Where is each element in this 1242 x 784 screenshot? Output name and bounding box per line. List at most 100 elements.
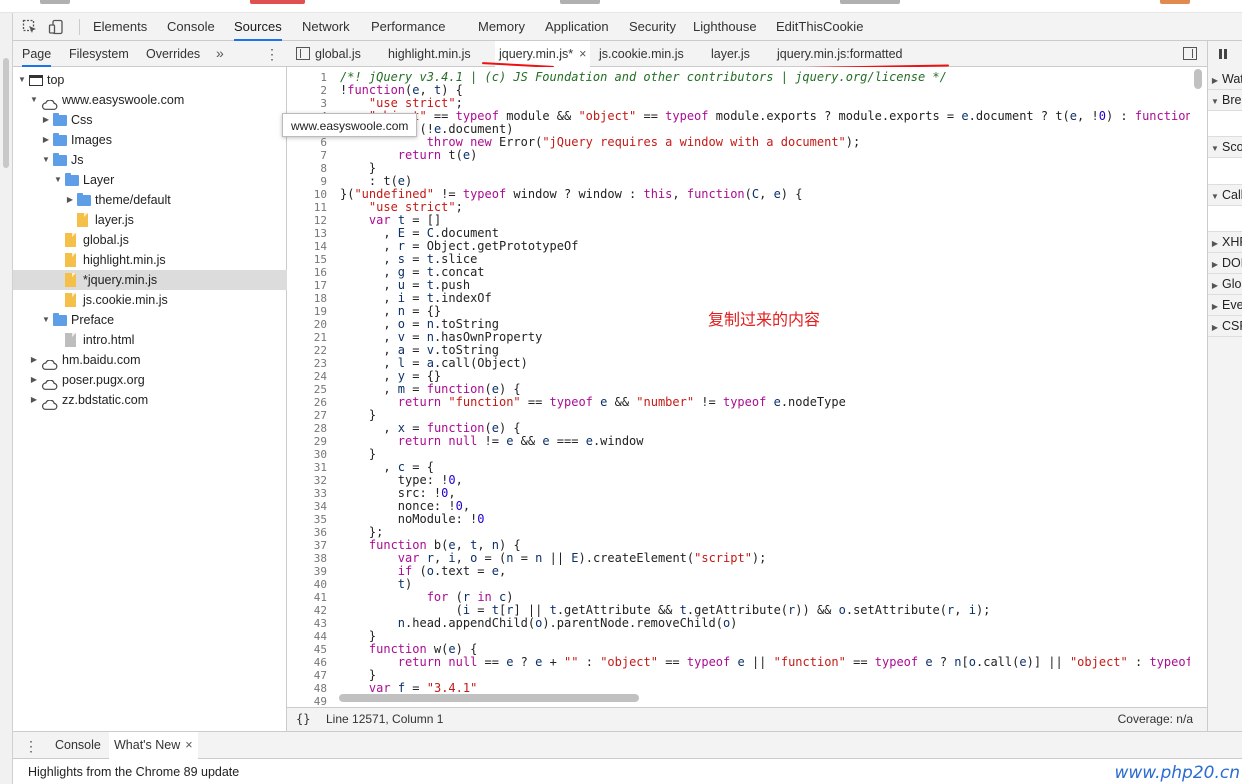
tree-item-js[interactable]: ▼ Js — [13, 150, 287, 170]
section-watch[interactable]: ▶Watch — [1208, 69, 1242, 90]
section-csp-violation-breakpoints[interactable]: ▶CSP Violation Breakpoints — [1208, 316, 1242, 337]
line-number[interactable]: 25 — [287, 383, 333, 396]
more-tabs-button[interactable]: » — [216, 41, 224, 67]
collapsed-arrow-icon[interactable]: ▶ — [1208, 254, 1222, 275]
toggle-debugger-icon[interactable] — [1183, 47, 1197, 60]
editor-tab-global-js[interactable]: global.js — [315, 41, 361, 67]
line-number[interactable]: 44 — [287, 630, 333, 643]
line-number[interactable]: 19 — [287, 305, 333, 318]
collapsed-arrow-icon[interactable]: ▶ — [29, 350, 39, 370]
line-number[interactable]: 32 — [287, 474, 333, 487]
tab-application[interactable]: Application — [545, 13, 609, 41]
device-toolbar-icon[interactable] — [48, 19, 64, 35]
tab-console[interactable]: Console — [167, 13, 215, 41]
line-number[interactable]: 1 — [287, 71, 333, 84]
line-number[interactable]: 33 — [287, 487, 333, 500]
navigator-tab-overrides[interactable]: Overrides — [146, 41, 200, 67]
coverage-status[interactable]: Coverage: n/a — [1118, 708, 1193, 731]
tree-item-global-js[interactable]: global.js — [13, 230, 287, 250]
tree-item-hm-baidu-com[interactable]: ▶ hm.baidu.com — [13, 350, 287, 370]
line-number[interactable]: 13 — [287, 227, 333, 240]
line-number[interactable]: 22 — [287, 344, 333, 357]
line-number[interactable]: 30 — [287, 448, 333, 461]
code-content[interactable]: /*! jQuery v3.4.1 | (c) JS Foundation an… — [340, 71, 1190, 707]
line-number[interactable]: 31 — [287, 461, 333, 474]
pause-icon[interactable] — [1218, 49, 1228, 59]
navigator-tab-page[interactable]: Page — [22, 41, 52, 67]
close-tab-icon[interactable]: × — [185, 738, 192, 752]
line-number[interactable]: 2 — [287, 84, 333, 97]
tree-item-js-cookie-min-js[interactable]: js.cookie.min.js — [13, 290, 287, 310]
line-number[interactable]: 45 — [287, 643, 333, 656]
collapsed-arrow-icon[interactable]: ▶ — [41, 110, 51, 130]
editor-tab-highlight-min-js[interactable]: highlight.min.js — [388, 41, 471, 67]
line-number[interactable]: 16 — [287, 266, 333, 279]
tree-item-images[interactable]: ▶ Images — [13, 130, 287, 150]
line-number[interactable]: 10 — [287, 188, 333, 201]
drawer-tab-console[interactable]: Console — [50, 732, 106, 759]
line-number[interactable]: 28 — [287, 422, 333, 435]
tree-item-poser-pugx-org[interactable]: ▶ poser.pugx.org — [13, 370, 287, 390]
tab-network[interactable]: Network — [302, 13, 350, 41]
line-number[interactable]: 41 — [287, 591, 333, 604]
collapsed-arrow-icon[interactable]: ▶ — [1208, 317, 1222, 338]
section-event-listener-breakpoints[interactable]: ▶Event Listener Breakpoints — [1208, 295, 1242, 316]
line-number[interactable]: 43 — [287, 617, 333, 630]
tab-sources[interactable]: Sources — [234, 13, 282, 41]
collapsed-arrow-icon[interactable]: ▶ — [1208, 233, 1222, 254]
line-number[interactable]: 35 — [287, 513, 333, 526]
toggle-navigator-icon[interactable] — [296, 47, 310, 60]
line-number[interactable]: 47 — [287, 669, 333, 682]
tab-editthiscookie[interactable]: EditThisCookie — [776, 13, 863, 41]
expanded-arrow-icon[interactable]: ▼ — [41, 310, 51, 330]
tree-item-theme-default[interactable]: ▶ theme/default — [13, 190, 287, 210]
line-number[interactable]: 17 — [287, 279, 333, 292]
collapsed-arrow-icon[interactable]: ▶ — [41, 130, 51, 150]
navigator-menu-icon[interactable]: ⋮ — [265, 46, 279, 62]
navigator-tab-filesystem[interactable]: Filesystem — [69, 41, 129, 67]
line-number[interactable]: 21 — [287, 331, 333, 344]
collapsed-arrow-icon[interactable]: ▶ — [29, 390, 39, 410]
editor-horizontal-scrollbar[interactable] — [339, 694, 639, 702]
line-number[interactable]: 8 — [287, 162, 333, 175]
tree-item-highlight-min-js[interactable]: highlight.min.js — [13, 250, 287, 270]
tree-item-top[interactable]: ▼ top — [13, 70, 287, 90]
line-number[interactable]: 26 — [287, 396, 333, 409]
line-number[interactable]: 11 — [287, 201, 333, 214]
editor-tab-jquery-min-js-formatted[interactable]: jquery.min.js:formatted — [777, 41, 903, 67]
line-number[interactable]: 18 — [287, 292, 333, 305]
expanded-arrow-icon[interactable]: ▼ — [1208, 138, 1222, 159]
tree-item-css[interactable]: ▶ Css — [13, 110, 287, 130]
line-number[interactable]: 39 — [287, 565, 333, 578]
collapsed-arrow-icon[interactable]: ▶ — [1208, 70, 1222, 91]
expanded-arrow-icon[interactable]: ▼ — [29, 90, 39, 110]
line-number[interactable]: 27 — [287, 409, 333, 422]
page-scrollbar[interactable] — [0, 13, 13, 784]
tab-security[interactable]: Security — [629, 13, 676, 41]
collapsed-arrow-icon[interactable]: ▶ — [65, 190, 75, 210]
line-number[interactable]: 9 — [287, 175, 333, 188]
expanded-arrow-icon[interactable]: ▼ — [53, 170, 63, 190]
drawer-menu-icon[interactable]: ⋮ — [24, 738, 38, 755]
line-number[interactable]: 23 — [287, 357, 333, 370]
line-number[interactable]: 40 — [287, 578, 333, 591]
close-tab-icon[interactable]: × — [579, 47, 586, 61]
section-call-stack[interactable]: ▼Call Stack — [1208, 185, 1242, 206]
line-number[interactable]: 29 — [287, 435, 333, 448]
tree-item-layer-js[interactable]: layer.js — [13, 210, 287, 230]
tree-item-www-easyswoole-com[interactable]: ▼ www.easyswoole.com — [13, 90, 287, 110]
line-number[interactable]: 24 — [287, 370, 333, 383]
pretty-print-button[interactable]: {} — [296, 708, 310, 731]
tree-item-intro-html[interactable]: intro.html — [13, 330, 287, 350]
page-scrollbar-thumb[interactable] — [3, 58, 9, 168]
editor-tab-js-cookie-min-js[interactable]: js.cookie.min.js — [599, 41, 684, 67]
collapsed-arrow-icon[interactable]: ▶ — [1208, 275, 1222, 296]
expanded-arrow-icon[interactable]: ▼ — [1208, 186, 1222, 207]
line-number[interactable]: 36 — [287, 526, 333, 539]
expanded-arrow-icon[interactable]: ▼ — [41, 150, 51, 170]
line-number[interactable]: 3 — [287, 97, 333, 110]
line-number[interactable]: 15 — [287, 253, 333, 266]
line-number[interactable]: 37 — [287, 539, 333, 552]
line-number[interactable]: 12 — [287, 214, 333, 227]
tab-elements[interactable]: Elements — [93, 13, 147, 41]
